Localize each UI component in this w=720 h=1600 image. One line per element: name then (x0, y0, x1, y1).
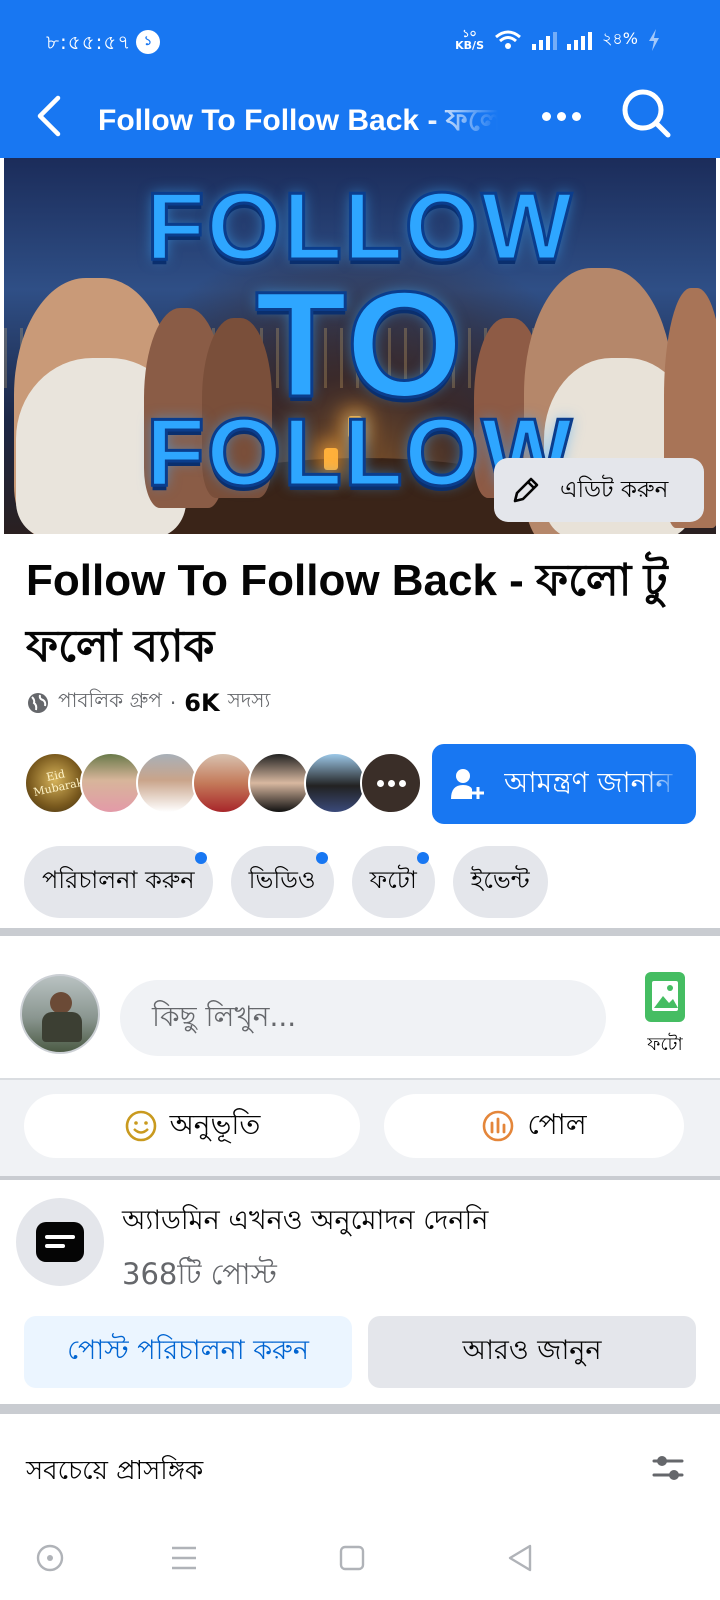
status-bar: ৮:৫৫:৫৭ ১ ১০ KB/S ২৪% (0, 0, 720, 86)
edit-cover-label: এডিট করুন (560, 476, 669, 503)
more-horizontal-icon (541, 111, 551, 121)
assistant-icon[interactable] (28, 1536, 72, 1580)
admin-notice-icon-wrap (16, 1198, 104, 1286)
edit-cover-button[interactable]: এডিট করুন (494, 458, 704, 522)
member-label[interactable]: সদস্য (228, 686, 271, 719)
my-avatar[interactable] (20, 974, 100, 1054)
status-icons: ১০ KB/S ২৪% (455, 26, 660, 53)
group-privacy: পাবলিক গ্রুপ (58, 688, 162, 712)
composer-actions: অনুভূতি পোল (0, 1080, 720, 1178)
back-button[interactable] (28, 92, 78, 142)
avatar[interactable]: Eid Mubarak (24, 752, 86, 814)
group-name: Follow To Follow Back - ফলো টু ফলো ব্যাক (26, 556, 668, 671)
avatar[interactable] (80, 752, 142, 814)
notification-badge: ১ (136, 30, 160, 54)
member-avatars[interactable]: Eid Mubarak (24, 752, 424, 816)
avatar[interactable] (136, 752, 198, 814)
feed-sort-label[interactable]: সবচেয়ে প্রাসঙ্গিক (26, 1450, 203, 1494)
home-icon[interactable] (330, 1536, 374, 1580)
avatar[interactable] (304, 752, 366, 814)
recents-icon[interactable] (162, 1536, 206, 1580)
invite-button[interactable]: আমন্ত্রণ জানান (432, 744, 696, 824)
divider (0, 1176, 720, 1180)
status-time: ৮:৫৫:৫৭ (46, 30, 132, 54)
feed-filter-button[interactable] (650, 1450, 686, 1486)
signal-icon-2 (567, 30, 592, 50)
feeling-button[interactable]: অনুভূতি (24, 1094, 360, 1158)
photo-icon (645, 972, 685, 1022)
more-members-avatar[interactable] (360, 752, 422, 814)
signal-icon-1 (532, 30, 557, 50)
chip-photos[interactable]: ফটো (351, 846, 435, 918)
search-button[interactable] (618, 86, 674, 142)
post-card-icon (36, 1222, 84, 1262)
wifi-icon (495, 30, 521, 49)
pencil-icon (513, 477, 539, 503)
post-count: 368টি পোস্ট (122, 1257, 277, 1291)
battery-level: ২৪% (602, 29, 638, 48)
photo-label: ফটো (647, 1034, 683, 1055)
app-header: ৮:৫৫:৫৭ ১ ১০ KB/S ২৪% Follow To Follow B… (0, 0, 720, 158)
member-count[interactable]: 6K (184, 689, 219, 717)
add-person-icon (451, 769, 484, 799)
arrow-left-icon (37, 95, 61, 137)
poll-icon (483, 1110, 514, 1142)
page-title: Follow To Follow Back - ফলো টু ফলো ব্যাক (98, 104, 498, 137)
nav-bar: Follow To Follow Back - ফলো টু ফলো ব্যাক (0, 86, 720, 158)
divider (0, 928, 720, 936)
divider (0, 1404, 720, 1414)
notification-dot (194, 852, 207, 864)
group-tabs: পরিচালনা করুন ভিডিও ফটো ইভেন্ট (24, 846, 548, 918)
manage-posts-button[interactable]: পোস্ট পরিচালনা করুন (24, 1316, 352, 1388)
back-nav-icon[interactable] (498, 1536, 542, 1580)
poll-label: পোল (527, 1107, 587, 1141)
poll-button[interactable]: পোল (384, 1094, 684, 1158)
feeling-label: অনুভূতি (169, 1107, 261, 1141)
notification-dot (315, 852, 328, 864)
charging-icon (649, 28, 659, 51)
more-button[interactable] (536, 96, 586, 136)
post-composer-input[interactable]: কিছু লিখুন... (120, 980, 606, 1056)
chip-events[interactable]: ইভেন্ট (452, 846, 548, 918)
meta-separator: · (169, 690, 177, 715)
learn-more-button[interactable]: আরও জানুন (368, 1316, 696, 1388)
admin-notice-title: অ্যাডমিন এখনও অনুমোদন দেননি (122, 1205, 489, 1236)
net-speed: ১০ KB/S (455, 26, 484, 52)
invite-label: আমন্ত্রণ জানান (504, 765, 673, 799)
chip-videos[interactable]: ভিডিও (230, 846, 334, 918)
search-icon (622, 89, 671, 138)
system-navigation-bar (0, 1516, 720, 1600)
group-meta: পাবলিক গ্রুপ · 6K সদস্য (26, 686, 270, 719)
add-photo-button[interactable]: ফটো (630, 972, 700, 1068)
notification-dot (416, 852, 429, 864)
avatar[interactable] (248, 752, 310, 814)
avatar-eid-text: Eid Mubarak (32, 767, 85, 799)
globe-icon (28, 692, 48, 713)
avatar[interactable] (192, 752, 254, 814)
sliders-icon (652, 1456, 684, 1480)
chip-manage[interactable]: পরিচালনা করুন (24, 846, 213, 918)
smiley-icon (125, 1110, 156, 1142)
